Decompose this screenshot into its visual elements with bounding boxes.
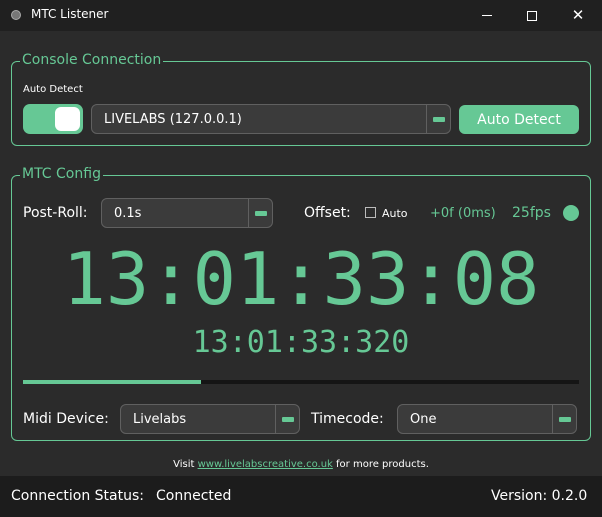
timecode-ms-display: 13:01:33:320	[192, 325, 410, 360]
offset-auto-checkbox[interactable]	[365, 207, 376, 218]
dropdown-icon	[558, 416, 571, 422]
dropdown-icon	[254, 210, 267, 216]
signal-status-dot	[563, 205, 579, 221]
status-bar: Connection Status: Connected Version: 0.…	[0, 476, 602, 517]
post-roll-dropdown-button[interactable]	[249, 199, 272, 227]
auto-detect-toggle-label: Auto Detect	[23, 84, 83, 95]
main-panel: Console Connection Auto Detect LIVELABS …	[0, 31, 602, 476]
connection-status-label: Connection Status:	[11, 488, 144, 504]
window-title: MTC Listener	[31, 7, 109, 21]
minimize-icon	[482, 15, 492, 16]
post-roll-value: 0.1s	[114, 206, 142, 221]
footer-prefix: Visit	[173, 459, 198, 470]
title-bar: MTC Listener ✕	[0, 0, 602, 31]
post-roll-label: Post-Roll:	[23, 205, 88, 221]
frame-progress-bar	[23, 380, 579, 384]
post-roll-select[interactable]: 0.1s	[101, 198, 273, 228]
connection-status-value: Connected	[156, 488, 232, 504]
midi-device-select[interactable]: Livelabs	[120, 404, 300, 434]
midi-device-value: Livelabs	[133, 412, 187, 427]
maximize-icon	[527, 10, 537, 21]
timecode-label: Timecode:	[311, 411, 384, 427]
footer-suffix: for more products.	[332, 459, 429, 470]
console-select-value: LIVELABS (127.0.0.1)	[104, 112, 242, 127]
app-icon	[11, 10, 21, 20]
frame-progress-fill	[23, 380, 201, 384]
console-select-dropdown-button[interactable]	[427, 105, 450, 133]
console-connection-title: Console Connection	[20, 52, 164, 68]
toggle-knob	[55, 107, 80, 131]
offset-value: +0f (0ms)	[430, 206, 496, 221]
dropdown-icon	[432, 116, 445, 122]
auto-detect-toggle[interactable]	[23, 104, 83, 134]
minimize-button[interactable]	[464, 0, 510, 31]
console-select[interactable]: LIVELABS (127.0.0.1)	[91, 104, 451, 134]
footer-text: Visit www.livelabscreative.co.uk for mor…	[0, 459, 602, 470]
offset-auto-label: Auto	[382, 207, 408, 220]
website-link[interactable]: www.livelabscreative.co.uk	[198, 459, 333, 470]
timecode-display: 13:01:33:08	[62, 237, 540, 321]
auto-detect-button[interactable]: Auto Detect	[459, 105, 579, 134]
timecode-select-value: One	[410, 412, 437, 427]
fps-indicator: 25fps	[512, 205, 551, 221]
mtc-config-title: MTC Config	[20, 166, 103, 182]
midi-device-dropdown-button[interactable]	[276, 405, 299, 433]
offset-label: Offset:	[304, 205, 351, 221]
maximize-button[interactable]	[509, 0, 555, 31]
dropdown-icon	[281, 416, 294, 422]
close-icon: ✕	[571, 6, 585, 24]
midi-device-label: Midi Device:	[23, 411, 109, 427]
timecode-select[interactable]: One	[397, 404, 577, 434]
close-button[interactable]: ✕	[555, 0, 601, 31]
timecode-dropdown-button[interactable]	[553, 405, 576, 433]
version-label: Version: 0.2.0	[491, 488, 588, 504]
console-connection-group: Console Connection Auto Detect LIVELABS …	[11, 52, 591, 146]
